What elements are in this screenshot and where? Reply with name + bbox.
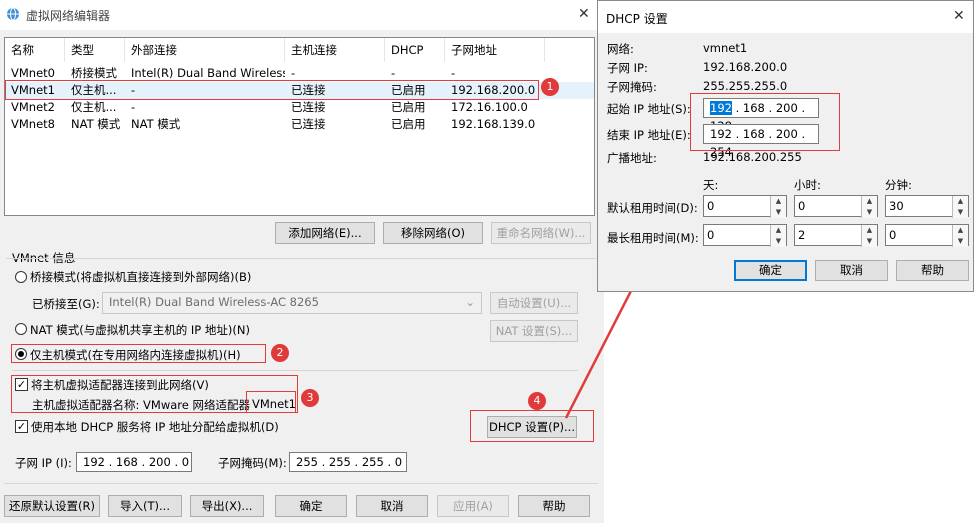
dhcp-close-icon[interactable]: ✕ (953, 8, 965, 24)
max-lease-hours-value: 2 (798, 228, 806, 242)
default-lease-days-value: 0 (707, 199, 715, 213)
dhcp-help-button[interactable]: 帮助 (896, 260, 969, 281)
max-lease-days[interactable]: 0 ▲ ▼ (703, 224, 787, 247)
annotation-box-ip-range (690, 93, 840, 151)
dhcp-cancel-button[interactable]: 取消 (815, 260, 888, 281)
default-lease-hours[interactable]: 0 ▲ ▼ (794, 195, 878, 218)
network-value: vmnet1 (703, 41, 748, 55)
max-lease-days-value: 0 (707, 228, 715, 242)
spinner-arrows-icon[interactable]: ▲ ▼ (952, 196, 968, 218)
col-minutes-label: 分钟: (885, 178, 912, 192)
dhcp-subnet-mask-value: 255.255.255.0 (703, 79, 788, 93)
col-hours-label: 小时: (794, 178, 821, 192)
dhcp-title-bar: DHCP 设置 ✕ (598, 1, 973, 33)
dhcp-dialog-title: DHCP 设置 (606, 12, 668, 26)
start-ip-label: 起始 IP 地址(S): (607, 102, 691, 116)
dhcp-subnet-mask-label: 子网掩码: (607, 80, 657, 94)
max-lease-label: 最长租用时间(M): (607, 231, 699, 245)
spinner-arrows-icon[interactable]: ▲ ▼ (770, 196, 786, 218)
dhcp-settings-dialog: DHCP 设置 ✕ 网络: vmnet1 子网 IP: 192.168.200.… (597, 0, 974, 292)
max-lease-minutes[interactable]: 0 ▲ ▼ (885, 224, 969, 247)
default-lease-minutes[interactable]: 30 ▲ ▼ (885, 195, 969, 218)
col-days-label: 天: (703, 178, 719, 192)
network-label: 网络: (607, 42, 634, 56)
dhcp-subnet-ip-label: 子网 IP: (607, 61, 648, 75)
max-lease-hours[interactable]: 2 ▲ ▼ (794, 224, 878, 247)
spinner-arrows-icon[interactable]: ▲ ▼ (861, 196, 877, 218)
default-lease-hours-value: 0 (798, 199, 806, 213)
spinner-arrows-icon[interactable]: ▲ ▼ (952, 225, 968, 247)
max-lease-minutes-value: 0 (889, 228, 897, 242)
default-lease-label: 默认租用时间(D): (607, 201, 698, 215)
spinner-arrows-icon[interactable]: ▲ ▼ (861, 225, 877, 247)
dhcp-ok-button[interactable]: 确定 (734, 260, 807, 281)
broadcast-label: 广播地址: (607, 151, 657, 165)
broadcast-value: 192.168.200.255 (703, 150, 802, 164)
default-lease-days[interactable]: 0 ▲ ▼ (703, 195, 787, 218)
default-lease-minutes-value: 30 (889, 199, 904, 213)
spinner-arrows-icon[interactable]: ▲ ▼ (770, 225, 786, 247)
end-ip-label: 结束 IP 地址(E): (607, 128, 691, 142)
dhcp-subnet-ip-value: 192.168.200.0 (703, 60, 788, 74)
